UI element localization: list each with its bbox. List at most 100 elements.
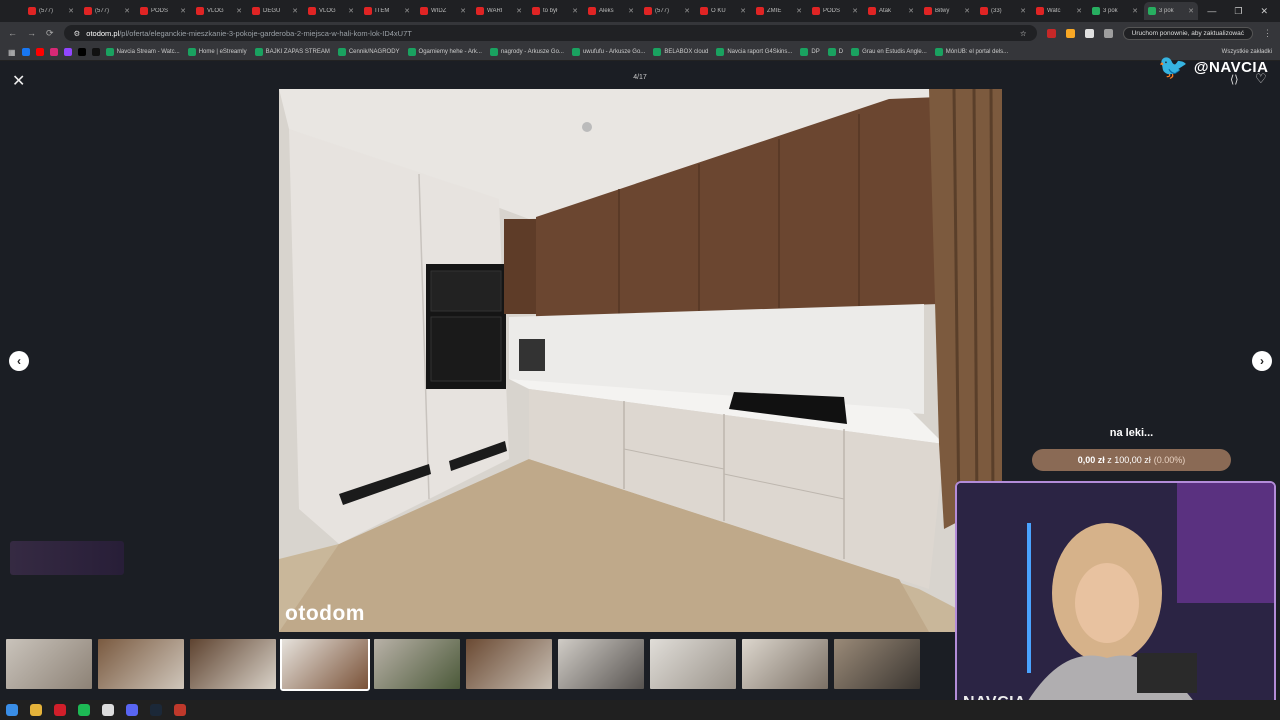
tab-close-icon[interactable]: ✕	[1076, 7, 1082, 15]
tab-close-icon[interactable]: ✕	[628, 7, 634, 15]
site-info-icon[interactable]: ⚙	[74, 29, 81, 38]
browser-tab[interactable]: (577) ✕	[640, 2, 694, 20]
url-field[interactable]: ⚙ otodom.pl/pl/oferta/eleganckie-mieszka…	[63, 25, 1037, 41]
tab-close-icon[interactable]: ✕	[236, 7, 242, 15]
file-explorer-icon[interactable]	[30, 704, 42, 716]
tiktok-icon[interactable]	[91, 48, 100, 56]
opera-icon[interactable]	[54, 704, 66, 716]
browser-tab[interactable]: O KU ✕	[696, 2, 750, 20]
browser-tab[interactable]: Watc ✕	[1032, 2, 1086, 20]
forward-icon[interactable]: →	[27, 28, 36, 38]
browser-tab[interactable]: Aleks ✕	[584, 2, 638, 20]
browser-tab[interactable]: (33) ✕	[976, 2, 1030, 20]
obs-icon[interactable]	[174, 704, 186, 716]
browser-tab[interactable]: WARI ✕	[472, 2, 526, 20]
browser-tab[interactable]: 3 pok ✕	[1144, 2, 1198, 20]
bookmark-item[interactable]: D	[827, 48, 843, 56]
restore-icon[interactable]: ❐	[1234, 6, 1242, 17]
tab-close-icon[interactable]: ✕	[516, 7, 522, 15]
browser-tab[interactable]: (577) ✕	[24, 2, 78, 20]
bookmark-item[interactable]: BAJKI ZAPAS STREAM	[254, 48, 330, 56]
minimize-icon[interactable]: —	[1207, 6, 1216, 17]
discord-icon[interactable]	[126, 704, 138, 716]
url-host: otodom.pl	[86, 28, 120, 38]
tab-close-icon[interactable]: ✕	[348, 7, 354, 15]
next-image-button[interactable]: ›	[1252, 351, 1272, 371]
bookmark-item[interactable]: DP	[800, 48, 820, 56]
tab-close-icon[interactable]: ✕	[68, 7, 74, 15]
star-icon[interactable]: ☆	[1020, 29, 1027, 38]
tab-close-icon[interactable]: ✕	[852, 7, 858, 15]
thumbnail[interactable]	[742, 639, 828, 689]
steam-icon[interactable]	[150, 704, 162, 716]
extension-icon[interactable]	[1065, 28, 1075, 38]
bookmark-item[interactable]: Cennik/NAGRODY	[337, 48, 400, 56]
update-button[interactable]: Uruchom ponownie, aby zaktualizować	[1122, 26, 1253, 40]
extension-icon[interactable]	[1084, 28, 1094, 38]
browser-tab[interactable]: Bitwy ✕	[920, 2, 974, 20]
close-window-icon[interactable]: ✕	[1260, 6, 1268, 17]
bookmark-item[interactable]: Home | eStreamly	[187, 48, 247, 56]
tab-close-icon[interactable]: ✕	[460, 7, 466, 15]
twitch-icon[interactable]	[63, 48, 72, 56]
bookmark-item[interactable]: Ogarniemy hehe - Ark...	[407, 48, 482, 56]
chrome-icon[interactable]	[102, 704, 114, 716]
back-icon[interactable]: ←	[8, 28, 17, 38]
tab-close-icon[interactable]: ✕	[180, 7, 186, 15]
extension-icon[interactable]	[1046, 28, 1056, 38]
bookmark-item[interactable]: BELABOX cloud	[653, 48, 708, 56]
thumbnail[interactable]	[650, 639, 736, 689]
thumbnail-selected[interactable]	[280, 639, 370, 691]
browser-tab[interactable]: ITEM ✕	[360, 2, 414, 20]
tab-close-icon[interactable]: ✕	[404, 7, 410, 15]
thumbnail[interactable]	[834, 639, 920, 689]
browser-tab[interactable]: PODS ✕	[808, 2, 862, 20]
tab-close-icon[interactable]: ✕	[684, 7, 690, 15]
close-icon[interactable]: ✕	[12, 71, 25, 91]
apps-icon[interactable]: ▦	[8, 48, 16, 57]
tab-close-icon[interactable]: ✕	[908, 7, 914, 15]
bookmark-item[interactable]: MónUB: el portal dels...	[934, 48, 1008, 56]
spotify-icon[interactable]	[78, 704, 90, 716]
menu-icon[interactable]: ⋮	[1263, 28, 1272, 39]
tab-close-icon[interactable]: ✕	[292, 7, 298, 15]
tab-close-icon[interactable]: ✕	[572, 7, 578, 15]
facebook-icon[interactable]	[21, 48, 30, 56]
thumbnail[interactable]	[6, 639, 92, 689]
thumbnail[interactable]	[98, 639, 184, 689]
tab-close-icon[interactable]: ✕	[740, 7, 746, 15]
thumbnail[interactable]	[190, 639, 276, 689]
browser-tab[interactable]: to był ✕	[528, 2, 582, 20]
browser-tab[interactable]: (577) ✕	[80, 2, 134, 20]
reload-icon[interactable]: ⟳	[46, 28, 54, 39]
bookmark-item[interactable]: nagrody - Arkusze Go...	[489, 48, 564, 56]
bookmark-item[interactable]: Navcia raport G4Skins...	[716, 48, 792, 56]
instagram-icon[interactable]	[49, 48, 58, 56]
tab-close-icon[interactable]: ✕	[1188, 7, 1194, 15]
browser-tab[interactable]: WIDZ ✕	[416, 2, 470, 20]
browser-tab[interactable]: VLOG ✕	[304, 2, 358, 20]
tab-close-icon[interactable]: ✕	[1020, 7, 1026, 15]
browser-tab[interactable]: VLOG ✕	[192, 2, 246, 20]
bookmark-item[interactable]: uwufufu - Arkusze Go...	[571, 48, 645, 56]
bookmark-item[interactable]: Navcia Stream - Watc...	[105, 48, 180, 56]
browser-tab[interactable]: DEGU ✕	[248, 2, 302, 20]
x-icon[interactable]	[77, 48, 86, 56]
prev-image-button[interactable]: ‹	[9, 351, 29, 371]
windows-start-icon[interactable]	[6, 704, 18, 716]
youtube-icon[interactable]	[35, 48, 44, 56]
bookmark-icon	[407, 48, 416, 56]
browser-tab[interactable]: PODS ✕	[136, 2, 190, 20]
browser-tab[interactable]: ZMIE ✕	[752, 2, 806, 20]
thumbnail[interactable]	[466, 639, 552, 689]
tab-close-icon[interactable]: ✕	[124, 7, 130, 15]
thumbnail[interactable]	[374, 639, 460, 689]
tab-close-icon[interactable]: ✕	[796, 7, 802, 15]
browser-tab[interactable]: Atak ✕	[864, 2, 918, 20]
browser-tab[interactable]: 3 pok ✕	[1088, 2, 1142, 20]
tab-close-icon[interactable]: ✕	[964, 7, 970, 15]
puzzle-icon[interactable]	[1103, 28, 1113, 38]
tab-close-icon[interactable]: ✕	[1132, 7, 1138, 15]
thumbnail[interactable]	[558, 639, 644, 689]
bookmark-item[interactable]: Grau en Estudis Angle...	[851, 48, 927, 56]
